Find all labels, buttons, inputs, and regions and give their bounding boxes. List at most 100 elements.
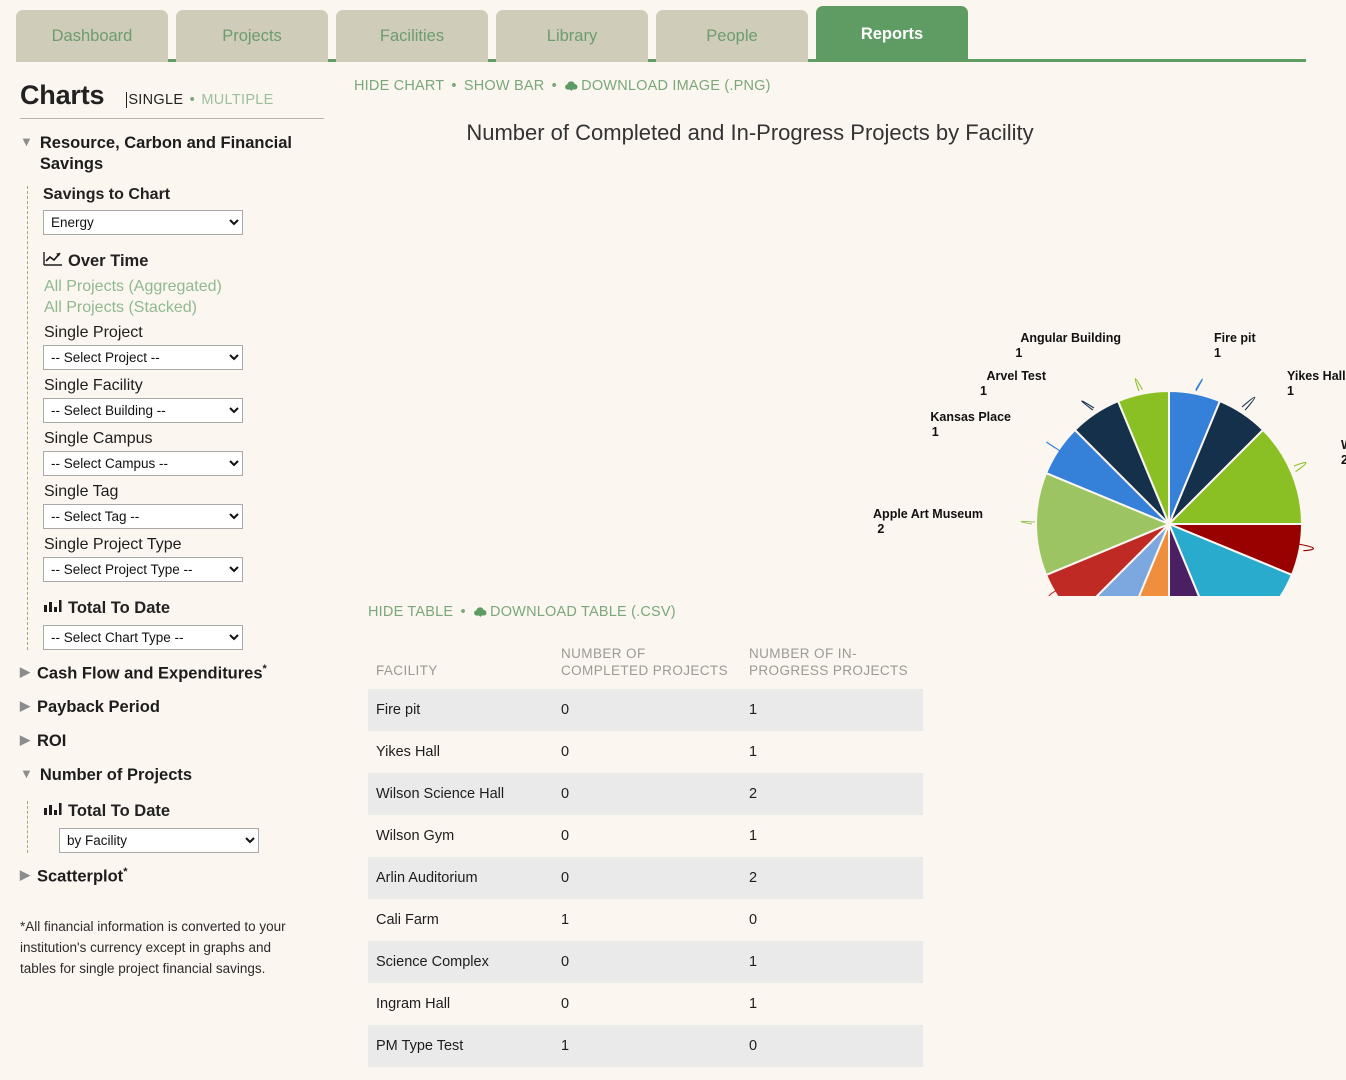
chart-toolbar: HIDE CHART • SHOW BAR • DOWNLOAD IMAGE (… xyxy=(354,78,1346,96)
single-campus-label: Single Campus xyxy=(44,430,153,448)
caret-right-icon: ▶ xyxy=(20,698,30,714)
total-to-date-heading-projects: Total To Date xyxy=(43,801,324,821)
pie-slice-label: Yikes Hall xyxy=(1287,369,1346,383)
table-body: Fire pit 0 1 Yikes Hall 0 1 Wilson Science Hal… xyxy=(368,688,923,1080)
table-row: Apple Art Museum02 xyxy=(368,1067,923,1080)
table-row: Fire pit 0 1 xyxy=(368,688,923,731)
table-row: PM Type Test 1 0 xyxy=(368,1024,923,1067)
table-row: Wilson Science Hall 0 2 xyxy=(368,772,923,815)
cell-completed: 1 xyxy=(561,1037,570,1054)
table-row: Ingram Hall 0 1 xyxy=(368,983,923,1025)
cell-completed: 0 xyxy=(561,995,570,1012)
caret-down-icon: ▼ xyxy=(20,134,33,149)
cell-facility: Wilson Gym xyxy=(376,827,455,844)
number-of-projects-groupby-select[interactable]: by Facility xyxy=(59,828,259,854)
single-project-type-label: Single Project Type xyxy=(44,536,182,554)
download-table-link[interactable]: DOWNLOAD TABLE (.CSV) xyxy=(490,604,676,620)
bar-chart-icon xyxy=(43,598,62,618)
over-time-heading: Over Time xyxy=(43,251,324,271)
caret-right-icon: ▶ xyxy=(20,664,30,680)
cell-completed: 0 xyxy=(561,743,570,760)
cell-facility: Ingram Hall xyxy=(376,995,451,1012)
tab-projects[interactable]: Projects xyxy=(176,10,328,62)
single-facility-label: Single Facility xyxy=(44,377,143,395)
cell-facility: Wilson Science Hall xyxy=(376,785,505,802)
separator-dot: • xyxy=(551,78,557,94)
accordion-title: Number of Projects xyxy=(39,765,193,784)
pie-slice-value: 1 xyxy=(1015,346,1022,360)
report-main-panel: HIDE CHART • SHOW BAR • DOWNLOAD IMAGE (… xyxy=(340,62,1346,1080)
tab-label: Dashboard xyxy=(51,26,133,45)
cell-completed: 1 xyxy=(561,911,570,928)
table-header-row: FACILITY NUMBER OF COMPLETED PROJECTS NU… xyxy=(368,646,923,689)
cell-facility: Fire pit xyxy=(376,701,421,718)
tab-facilities[interactable]: Facilities xyxy=(336,10,488,62)
cell-completed: 0 xyxy=(561,785,570,802)
cell-facility: Arlin Auditorium xyxy=(376,869,478,886)
link-all-projects-aggregated[interactable]: All Projects (Aggregated) xyxy=(44,278,324,296)
mode-single[interactable]: SINGLE xyxy=(126,92,184,108)
over-time-label: Over Time xyxy=(68,251,149,270)
column-header-completed: NUMBER OF COMPLETED PROJECTS xyxy=(561,646,728,678)
single-facility-select[interactable]: -- Select Building -- xyxy=(43,398,243,424)
accordion-title: Payback Period xyxy=(37,698,160,717)
cell-completed: 0 xyxy=(561,953,570,970)
cell-in-progress: 0 xyxy=(749,911,758,928)
pie-leader-line xyxy=(1134,378,1143,392)
cell-completed: 0 xyxy=(561,869,570,886)
pie-leader-line xyxy=(1046,441,1061,452)
pie-slice-value: 1 xyxy=(1214,346,1221,360)
pie-slice-value: 1 xyxy=(1287,384,1294,398)
cloud-download-icon xyxy=(564,80,579,96)
cell-facility: Apple Art Museum xyxy=(368,1067,553,1080)
charts-header: Charts SINGLE • MULTIPLE xyxy=(20,80,324,119)
accordion-body-number-of-projects: Total To Date by Facility xyxy=(27,801,324,854)
table-row: Cali Farm 1 0 xyxy=(368,899,923,941)
single-tag-select[interactable]: -- Select Tag -- xyxy=(43,504,243,530)
cell-facility: Science Complex xyxy=(376,953,489,970)
accordion-header-scatterplot[interactable]: ▶ Scatterplot* xyxy=(20,866,324,887)
pie-slice-label: Fire pit xyxy=(1214,331,1257,345)
pie-chart-svg: Fire pit1Yikes Hall1Wilson Science Hall2… xyxy=(873,331,1346,596)
accordion-header-number-of-projects[interactable]: ▼ Number of Projects xyxy=(20,765,324,786)
cell-completed: 0 xyxy=(561,701,570,718)
chart-type-select[interactable]: -- Select Chart Type -- xyxy=(43,625,243,651)
table-head: FACILITY NUMBER OF COMPLETED PROJECTS NU… xyxy=(368,646,923,689)
mode-multiple[interactable]: MULTIPLE xyxy=(201,92,273,108)
tab-label: People xyxy=(706,26,758,45)
show-bar-link[interactable]: SHOW BAR xyxy=(464,78,545,94)
cell-facility: PM Type Test xyxy=(376,1037,464,1054)
tab-reports[interactable]: Reports xyxy=(816,6,968,62)
tab-people[interactable]: People xyxy=(656,10,808,62)
footnote-marker: * xyxy=(123,866,128,879)
single-project-type-select[interactable]: -- Select Project Type -- xyxy=(43,557,243,583)
hide-chart-link[interactable]: HIDE CHART xyxy=(354,78,444,94)
tab-label: Reports xyxy=(860,24,924,43)
accordion-header-savings[interactable]: ▼ Resource, Carbon and Financial Savings xyxy=(20,133,324,174)
hide-table-link[interactable]: HIDE TABLE xyxy=(368,604,453,620)
tab-library[interactable]: Library xyxy=(496,10,648,62)
accordion-header-payback-period[interactable]: ▶ Payback Period xyxy=(20,697,324,718)
pie-slice-label: Arvel Test xyxy=(986,369,1046,383)
pie-slice-value: 1 xyxy=(980,384,987,398)
pie-slice-value: 1 xyxy=(932,425,939,439)
accordion-title: Scatterplot* xyxy=(37,866,128,886)
download-image-link[interactable]: DOWNLOAD IMAGE (.PNG) xyxy=(581,78,771,94)
total-to-date-heading-savings: Total To Date xyxy=(43,598,324,618)
total-to-date-label: Total To Date xyxy=(68,801,171,820)
mode-separator: • xyxy=(189,92,196,108)
accordion-header-cash-flow[interactable]: ▶ Cash Flow and Expenditures* xyxy=(20,663,324,684)
accordion-body-savings: Savings to Chart Energy Over Time All Pr… xyxy=(27,186,324,651)
table-row: Arlin Auditorium 0 2 xyxy=(368,856,923,899)
single-project-select[interactable]: -- Select Project -- xyxy=(43,345,243,371)
line-chart-icon xyxy=(43,251,62,271)
cell-in-progress: 1 xyxy=(749,953,758,970)
accordion-header-roi[interactable]: ▶ ROI xyxy=(20,731,324,752)
link-all-projects-stacked[interactable]: All Projects (Stacked) xyxy=(44,299,324,317)
tab-dashboard[interactable]: Dashboard xyxy=(16,10,168,62)
table-toolbar: HIDE TABLE • DOWNLOAD TABLE (.CSV) xyxy=(368,604,1346,622)
savings-to-chart-select[interactable]: Energy xyxy=(43,210,243,236)
pie-leader-line xyxy=(1020,520,1036,525)
single-campus-select[interactable]: -- Select Campus -- xyxy=(43,451,243,477)
pie-leader-line xyxy=(1081,400,1095,411)
